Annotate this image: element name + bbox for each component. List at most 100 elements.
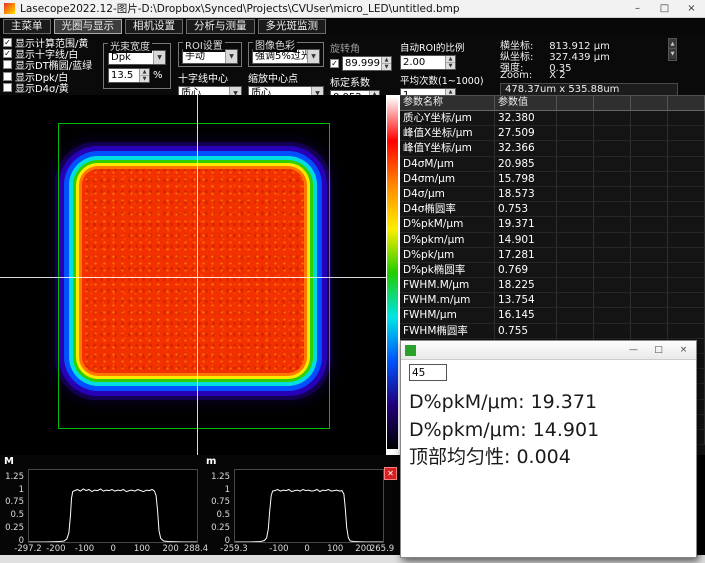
empty-cell (557, 187, 594, 202)
checkbox-icon: ✓ (3, 38, 12, 47)
empty-cell (668, 233, 705, 248)
empty-cell (594, 187, 631, 202)
empty-cell (557, 293, 594, 308)
table-row: D4σM/μm20.985 (400, 157, 705, 172)
param-value-cell: 19.371 (495, 217, 557, 232)
popup-maximize-button[interactable]: □ (646, 341, 671, 359)
param-value-cell: 20.985 (495, 157, 557, 172)
scroll-down-icon[interactable]: ▼ (669, 49, 676, 59)
popup-app-icon (405, 345, 416, 356)
display-options-group: ✓ 显示计算范围/黄 ✓ 显示十字线/白 显示DT椭圆/蓝绿 显示Dpk/白 显… (3, 37, 92, 93)
group-title: 图像色彩 (253, 37, 297, 52)
empty-cell (594, 324, 631, 339)
table-header: 参数名称 参数值 (400, 95, 705, 111)
param-value-cell: 16.145 (495, 308, 557, 323)
spin-up-icon[interactable]: ▲ (140, 69, 149, 76)
beam-width-percent-spinner[interactable]: 13.5 ▲ ▼ (108, 68, 150, 83)
x-tick-label: 100 (327, 544, 343, 554)
param-name-cell: D4σM/μm (400, 157, 495, 172)
popup-close-button[interactable]: × (671, 341, 696, 359)
empty-cell (594, 233, 631, 248)
scroll-up-icon[interactable]: ▲ (669, 39, 676, 49)
empty-cell (631, 324, 668, 339)
readout-label: Zoom: (500, 70, 546, 81)
spin-down-icon[interactable]: ▼ (140, 76, 149, 82)
x-tick-label: -297.2 (14, 544, 41, 554)
header-empty (668, 95, 705, 111)
tab-aperture-display[interactable]: 光圈与显示 (54, 19, 123, 34)
spin-up-icon[interactable]: ▲ (382, 57, 391, 64)
empty-cell (668, 217, 705, 232)
param-name-cell: D%pkm/μm (400, 233, 495, 248)
app-icon (4, 3, 15, 14)
y-tick-label: 1 (225, 485, 230, 495)
empty-cell (668, 278, 705, 293)
param-name-cell: D%pk/μm (400, 248, 495, 263)
table-row: D%pkM/μm19.371 (400, 217, 705, 232)
y-tick-label: 1 (19, 485, 24, 495)
popup-body: D%pkM/μm: 19.371 D%pkm/μm: 14.901 顶部均匀性:… (401, 360, 696, 476)
rotation-angle-spinner[interactable]: 89.999 ▲ ▼ (342, 56, 392, 71)
empty-cell (557, 217, 594, 232)
auto-roi-spinner[interactable]: 2.00 ▲ ▼ (400, 55, 456, 70)
y-tick-label: 0.75 (211, 497, 230, 507)
minimize-button[interactable]: – (624, 0, 651, 17)
beam-image-canvas[interactable] (0, 95, 386, 455)
tab-multispot-monitor[interactable]: 多光斑监测 (258, 19, 327, 34)
empty-cell (631, 157, 668, 172)
y-tick-label: 0.5 (216, 510, 230, 520)
rotation-label: 旋转角 (330, 40, 394, 55)
spinner-value: 89.999 (343, 57, 381, 70)
spin-down-icon[interactable]: ▼ (446, 63, 455, 69)
param-value-cell: 17.281 (495, 248, 557, 263)
maximize-button[interactable]: □ (651, 0, 678, 17)
popup-minimize-button[interactable]: — (621, 341, 646, 359)
popup-threshold-input[interactable] (409, 364, 447, 381)
x-tick-label: -200 (46, 544, 65, 554)
charts-close-button[interactable]: ✕ (384, 467, 397, 480)
chart-plot-area (28, 469, 198, 543)
x-tick-label: 0 (304, 544, 309, 554)
empty-cell (557, 308, 594, 323)
param-name-cell: FWHM/μm (400, 308, 495, 323)
checkbox-icon: ✓ (3, 49, 12, 58)
averaging-label: 平均次数(1~1000) (400, 73, 494, 87)
auto-roi-label: 自动ROI的比例 (400, 40, 494, 54)
empty-cell (557, 202, 594, 217)
title-bar: Lasecope2022.12-图片-D:\Dropbox\Synced\Pro… (0, 0, 705, 18)
empty-cell (594, 217, 631, 232)
chevron-down-icon: ▼ (307, 50, 319, 63)
info-scrollbar[interactable]: ▲ ▼ (668, 38, 677, 61)
auto-roi-column: 自动ROI的比例 2.00 ▲ ▼ 平均次数(1~1000) 1 ▲ ▼ (400, 37, 494, 103)
tab-camera-settings[interactable]: 相机设置 (125, 19, 183, 34)
profile-line-svg (235, 470, 383, 542)
param-name-cell: D4σ椭圆率 (400, 202, 495, 217)
spin-down-icon[interactable]: ▼ (382, 64, 391, 70)
table-row: 质心Y坐标/μm32.380 (400, 111, 705, 126)
param-value-cell: 14.901 (495, 233, 557, 248)
close-button[interactable]: × (678, 0, 705, 17)
y-tick-label: 1.25 (211, 472, 230, 482)
empty-cell (668, 187, 705, 202)
tab-main-menu[interactable]: 主菜单 (3, 19, 51, 34)
empty-cell (631, 217, 668, 232)
rotation-checkbox[interactable]: ✓ (330, 59, 339, 68)
empty-cell (594, 141, 631, 156)
image-color-column: 图像色彩 强调5%过光 ▼ 缩放中心点 质心 ▼ (248, 37, 324, 101)
tab-analysis-measure[interactable]: 分析与测量 (186, 19, 255, 34)
header-empty (594, 95, 631, 111)
param-value-cell: 27.509 (495, 126, 557, 141)
colorbar-container (386, 95, 400, 455)
checkbox-show-d4sigma[interactable]: 显示D4σ/黄 (3, 82, 92, 93)
spin-up-icon[interactable]: ▲ (446, 56, 455, 63)
empty-cell (557, 157, 594, 172)
empty-cell (631, 141, 668, 156)
empty-cell (631, 126, 668, 141)
zoom-center-label: 缩放中心点 (248, 70, 324, 85)
toolbar: ✓ 显示计算范围/黄 ✓ 显示十字线/白 显示DT椭圆/蓝绿 显示Dpk/白 显… (0, 35, 705, 95)
tab-bar: 主菜单 光圈与显示 相机设置 分析与测量 多光斑监测 (0, 18, 705, 35)
param-value-cell: 0.755 (495, 324, 557, 339)
empty-cell (557, 248, 594, 263)
table-row: D%pk/μm17.281 (400, 248, 705, 263)
popup-title-bar: — □ × (401, 341, 696, 360)
